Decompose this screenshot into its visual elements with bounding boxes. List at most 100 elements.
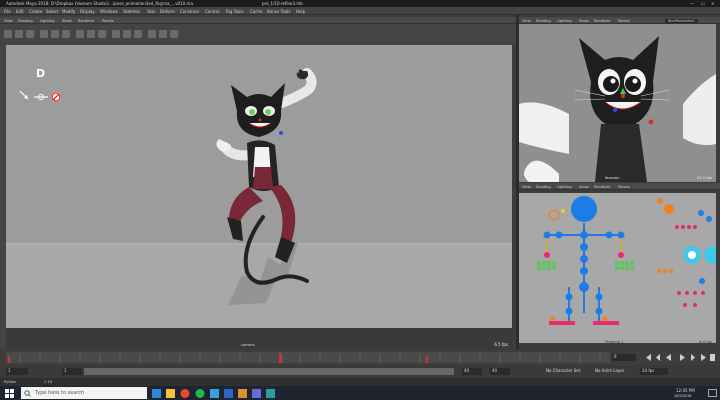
fps-dropdown[interactable]: 24 fps [640,368,668,375]
hud-letter: D [36,67,46,80]
panel-set-dropdown[interactable]: facePanelsets1 [665,18,699,23]
character-set-dropdown[interactable]: No Character Set [546,368,580,373]
task-view-icon [152,389,161,398]
cat-face-closeup[interactable] [519,24,716,182]
notification-icon[interactable] [708,389,717,398]
rig-picker-footer: Persp/rig_1 6.4 fps [519,337,716,347]
play-back-icon [666,354,671,361]
cat-character[interactable] [211,67,341,302]
menu-modify[interactable]: Modify [62,9,75,14]
range-inner-end-field[interactable]: 40 [462,368,482,375]
time-slider[interactable]: 9 [0,350,720,365]
panel-menu-shading[interactable]: Shading [18,19,33,23]
tr-menu-view[interactable]: View [522,19,531,23]
menu-help[interactable]: Help [296,9,305,14]
menu-create[interactable]: Create [29,9,42,14]
panel-menu-view[interactable]: View [4,19,13,23]
range-bar[interactable] [84,368,454,375]
menu-display[interactable]: Display [80,9,95,14]
rig-picker-camera-label: Persp/rig_1 [605,340,624,344]
go-to-start-icon [646,354,651,361]
disable-icon [51,92,61,102]
panel-menu-show[interactable]: Show [62,19,72,23]
panel-menu-renderer[interactable]: Renderer [78,19,94,23]
move-icon [19,90,29,100]
tr-menu-shading[interactable]: Shading [536,19,551,23]
taskbar-search-box[interactable]: Type here to search [21,387,147,399]
face-cam-footer: facecam 10.5 fps [519,172,716,182]
menu-file[interactable]: File [4,9,11,14]
maximize-icon[interactable]: ☐ [701,1,705,6]
step-forward-icon [691,354,695,361]
step-back-icon [656,354,660,361]
play-forward-icon [680,354,685,361]
tr-menu-renderer[interactable]: Renderer [594,19,610,23]
main-menubar: File Edit Create Select Modify Display W… [0,7,720,15]
go-to-end-icon [701,354,706,361]
range-start-field[interactable]: 1 [6,368,28,375]
bottom-right-panel-menubar: View Shading Lighting Show Renderer Pane… [519,183,720,190]
tr-menu-show[interactable]: Show [579,19,589,23]
anim-layer-dropdown[interactable]: No Anim Layer [595,368,624,373]
range-end-field[interactable]: 40 [490,368,510,375]
app-icon-2 [252,389,261,398]
command-result: 1 10 [44,380,53,384]
window-status: pre_1/10-refine3.mb [262,1,303,6]
br-menu-lighting[interactable]: Lighting [557,185,572,189]
menu-edit[interactable]: Edit [16,9,24,14]
range-slider[interactable]: 1 1 40 40 No Character Set No Anim Layer… [0,365,720,378]
panel-menu-panels[interactable]: Panels [102,19,114,23]
chrome-icon [180,389,190,398]
menu-windows[interactable]: Windows [100,9,118,14]
playback-controls[interactable] [644,353,718,362]
rig-picker-controls[interactable] [519,193,716,343]
command-line[interactable]: Python 1 10 [0,378,720,386]
clock-date[interactable]: 10/9/2018 [674,394,691,398]
menu-bonus-tools[interactable]: Bonus Tools [267,9,290,14]
range-inner-start-field[interactable]: 1 [62,368,82,375]
menu-skin[interactable]: Skin [147,9,156,14]
close-icon[interactable]: ✕ [711,1,714,6]
taskbar-apps[interactable] [150,388,300,399]
hud-tools[interactable] [18,89,64,105]
menu-select[interactable]: Select [46,9,58,14]
br-menu-renderer[interactable]: Renderer [594,185,610,189]
time-ruler[interactable] [0,350,620,365]
word-icon [224,389,233,398]
taskbar: Type here to search 12:45 PM 10/9/2018 [0,386,720,400]
loop-icon [710,354,715,361]
main-viewport[interactable]: D [6,45,512,328]
tr-menu-panels[interactable]: Panels [618,19,630,23]
current-frame-field[interactable]: 9 [612,354,636,361]
main-fps-readout: 6.5 fps [494,342,508,347]
menu-cache[interactable]: Cache [250,9,262,14]
menu-rig-tools[interactable]: Rig Tools [226,9,244,14]
rig-picker-viewport[interactable] [519,193,716,343]
menu-constrain[interactable]: Constrain [180,9,199,14]
maya-icon [210,389,219,398]
panel-toolbar-icons[interactable] [0,24,516,45]
face-cam-label: facecam [605,176,620,180]
clock-time[interactable]: 12:45 PM [676,388,695,393]
menu-deform[interactable]: Deform [160,9,175,14]
app-icon [238,389,247,398]
command-language-label[interactable]: Python [4,380,16,384]
menu-control[interactable]: Control [205,9,219,14]
br-menu-show[interactable]: Show [579,185,589,189]
windows-start-icon[interactable] [5,389,14,398]
search-icon [24,390,31,397]
br-menu-shading[interactable]: Shading [536,185,551,189]
minimize-icon[interactable]: — [690,1,694,6]
joint-icon [34,94,48,100]
tr-menu-lighting[interactable]: Lighting [557,19,572,23]
app-icon-3 [266,389,275,398]
panel-menu-lighting[interactable]: Lighting [40,19,55,23]
face-cam-viewport[interactable] [519,24,716,182]
menu-skeleton[interactable]: Skeleton [123,9,140,14]
panel-toolbar [0,24,516,45]
br-menu-panels[interactable]: Panels [618,185,630,189]
title-bar: Autodesk Maya 2018: D:\Dropbox (Vaseum S… [0,0,720,7]
window-title: Autodesk Maya 2018: D:\Dropbox (Vaseum S… [6,1,193,6]
rig-picker-fps: 6.4 fps [699,339,712,344]
br-menu-view[interactable]: View [522,185,531,189]
